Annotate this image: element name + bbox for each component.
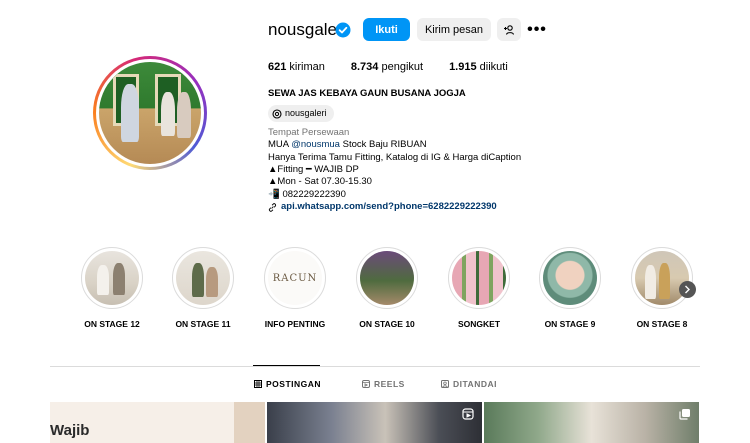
racun-logo: RACUN [272,272,318,284]
highlight-cover-ring: RACUN [264,247,326,309]
message-button[interactable]: Kirim pesan [417,18,491,41]
bio-text: Stock Baju RIBUAN [339,139,427,151]
grid-icon [254,380,262,388]
cover-figure [192,263,204,297]
posts-count-label: kiriman [289,61,325,73]
tab-posts-label: POSTINGAN [266,379,322,389]
website-link[interactable]: api.whatsapp.com/send?phone=628222922239… [281,201,497,213]
profile-full-name: SEWA JAS KEBAYA GAUN BUSANA JOGJA [268,88,466,99]
highlight-cover-ring [448,247,510,309]
cover-figure [113,263,125,295]
reel-indicator-icon [462,408,474,420]
profile-category: Tempat Persewaan [268,126,350,138]
post-thumbnail[interactable]: Wajib [50,402,265,443]
bio-line: ▲Fitting ━ WAJIB DP [268,164,359,176]
threads-handle: nousgaleri [285,108,327,119]
tab-tagged[interactable]: DITANDAI [441,379,497,389]
highlight-cover: RACUN [268,251,322,305]
avatar-figure [161,92,175,136]
highlights-next-button[interactable] [679,281,696,298]
threads-icon [272,109,282,119]
highlight-cover-ring [172,247,234,309]
bio-line: ▲Mon - Sat 07.30-15.30 [268,176,372,188]
tab-tagged-label: DITANDAI [453,379,497,389]
highlight-item[interactable]: SONGKET [448,247,510,329]
verified-badge-icon [335,22,351,38]
active-tab-indicator [253,365,320,366]
tab-posts[interactable]: POSTINGAN [254,379,321,389]
reels-icon [362,380,370,388]
threads-badge[interactable]: nousgaleri [268,105,334,122]
highlight-cover-ring [539,247,601,309]
bio-line: 📲 082229222390 [268,188,346,200]
bio-text: MUA [268,139,292,151]
carousel-indicator-icon [679,409,690,420]
cover-figure [97,265,109,295]
highlight-cover-ring [356,247,418,309]
bio-link-row[interactable]: api.whatsapp.com/send?phone=628222922239… [268,201,521,213]
highlight-cover [543,251,597,305]
highlight-item[interactable]: ON STAGE 12 [81,247,143,329]
post-image-detail [234,402,265,443]
posts-count-value: 621 [268,61,287,73]
highlight-label: ON STAGE 8 [636,319,688,329]
highlight-label: INFO PENTING [264,319,326,329]
highlight-cover-ring [81,247,143,309]
chevron-right-icon [685,285,690,294]
following-count-label: diikuti [479,61,508,73]
tagged-icon [441,380,449,388]
tab-reels[interactable]: REELS [362,379,405,389]
mention-link[interactable]: @nousmua [291,139,340,150]
bio-line: Hanya Terima Tamu Fitting, Katalog di IG… [268,151,522,163]
suggest-users-button[interactable] [497,18,521,41]
post-thumbnail[interactable] [267,402,482,443]
avatar-figure [121,84,139,142]
highlight-cover [360,251,414,305]
cover-figure [659,263,670,299]
followers-count[interactable]: 8.734 pengikut [351,61,423,73]
link-icon [268,203,277,212]
post-thumbnail[interactable] [484,402,699,443]
follow-button[interactable]: Ikuti [363,18,410,41]
followers-count-value: 8.734 [350,61,379,73]
highlight-label: ON STAGE 9 [544,319,596,329]
cover-figure [206,267,218,297]
more-options-icon[interactable]: ••• [527,18,547,41]
cover-figure [645,265,656,299]
tabs-divider [50,366,700,367]
highlight-cover [85,251,139,305]
highlight-label: ON STAGE 12 [84,319,140,329]
highlight-item[interactable]: ON STAGE 9 [539,247,601,329]
avatar-figure [177,92,191,138]
followers-count-label: pengikut [381,61,424,73]
highlight-label: SONGKET [457,319,501,329]
following-count[interactable]: 1.915 diikuti [449,61,508,73]
profile-avatar [99,62,201,164]
profile-stats: 621 kiriman 8.734 pengikut 1.915 diikuti [268,61,508,73]
tab-reels-label: REELS [374,379,405,389]
following-count-value: 1.915 [449,61,477,73]
highlight-label: ON STAGE 11 [175,319,231,329]
highlight-item[interactable]: ON STAGE 11 [172,247,234,329]
add-person-icon [504,24,515,35]
profile-avatar-ring[interactable] [93,56,207,170]
bio-line: MUA @nousmua Stock Baju RIBUAN [268,139,521,151]
highlight-cover-ring [631,247,693,309]
profile-bio: SEWA JAS KEBAYA GAUN BUSANA JOGJA nousga… [268,88,521,214]
highlight-cover [452,251,506,305]
highlight-item[interactable]: RACUN INFO PENTING [264,247,326,329]
posts-count: 621 kiriman [268,61,325,73]
post-caption-text: Wajib [50,422,90,439]
profile-avatar-frame [96,59,204,167]
highlight-label: ON STAGE 10 [359,319,415,329]
highlight-item[interactable]: ON STAGE 10 [356,247,418,329]
highlight-cover [176,251,230,305]
highlight-cover [635,251,689,305]
